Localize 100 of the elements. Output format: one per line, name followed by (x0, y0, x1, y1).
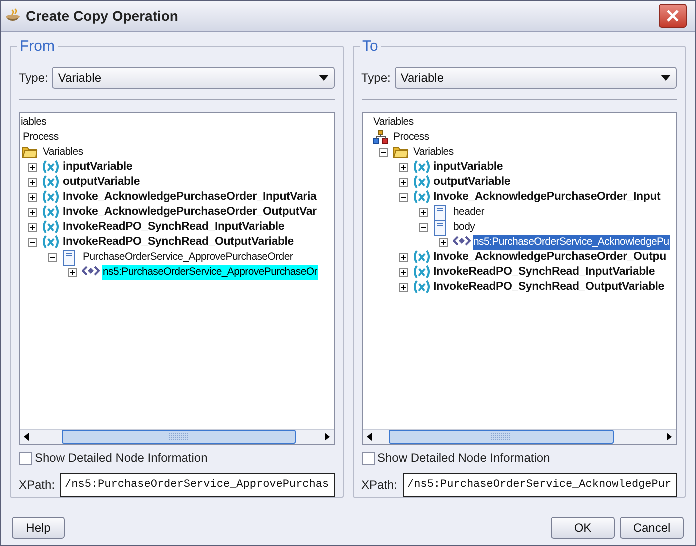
expander-toggle[interactable] (418, 222, 428, 232)
type-dropdown[interactable]: Variable (52, 67, 334, 89)
expander-toggle[interactable] (398, 252, 408, 262)
element-icon (82, 264, 100, 277)
expander-toggle[interactable] (438, 238, 448, 247)
close-icon (666, 9, 680, 23)
plus-icon (69, 268, 76, 276)
variable-icon (412, 264, 430, 279)
scrollbar-thumb[interactable] (388, 430, 614, 444)
tree-node[interactable]: inputVariable (432, 160, 504, 175)
xpath-label: XPath: (362, 477, 398, 494)
tree-node[interactable]: ns5:PurchaseOrderService_ApprovePurchaseOr (102, 264, 318, 280)
tree-node[interactable]: Process (392, 130, 430, 145)
variable-icon (42, 204, 60, 219)
variable-icon (412, 174, 430, 189)
horizontal-scrollbar[interactable] (20, 428, 334, 444)
type-label: Type: (19, 70, 48, 87)
coffee-cup-icon (5, 8, 23, 24)
xpath-field[interactable]: /ns5:PurchaseOrderService_AcknowledgePur (402, 473, 677, 497)
expander-toggle[interactable] (398, 192, 408, 202)
expander-toggle[interactable] (28, 238, 37, 247)
expander-toggle[interactable] (398, 178, 408, 187)
folder-icon (22, 144, 38, 159)
plus-icon (29, 208, 36, 216)
variable-icon (412, 160, 430, 174)
help-button[interactable]: Help (12, 517, 65, 539)
horizontal-scrollbar[interactable] (362, 428, 676, 444)
plus-icon (29, 194, 36, 201)
plus-icon (420, 208, 426, 216)
expander-toggle[interactable] (28, 208, 37, 217)
tree-node[interactable]: InvokeReadPO_SynchRead_OutputVariable (62, 234, 295, 250)
tree-node[interactable]: Variables (42, 144, 84, 160)
tree-node[interactable]: Invoke_AcknowledgePurchaseOrder_InputVaria (62, 190, 318, 205)
ok-button[interactable]: OK (551, 517, 615, 539)
document-icon (432, 220, 446, 236)
variable-icon (42, 174, 60, 189)
tree-node[interactable]: outputVariable (432, 174, 512, 190)
tree-node[interactable]: iables (20, 114, 48, 130)
close-button[interactable] (659, 4, 687, 28)
type-dropdown[interactable]: Variable (394, 67, 677, 89)
expander-toggle[interactable] (28, 178, 37, 187)
plus-icon (29, 164, 36, 171)
expander-toggle[interactable] (28, 192, 37, 202)
checkbox[interactable] (19, 452, 32, 465)
variable-icon (42, 190, 60, 204)
variable-icon (42, 220, 60, 234)
expander-toggle[interactable] (28, 162, 37, 172)
plus-icon (440, 238, 446, 246)
document-icon (432, 204, 446, 221)
variable-icon (412, 190, 430, 204)
window-title: Create Copy Operation (26, 6, 178, 26)
grip-icon (491, 432, 512, 441)
tree-node[interactable]: InvokeReadPO_SynchRead_InputVariable (432, 264, 656, 280)
expander-toggle[interactable] (398, 268, 408, 277)
folder-icon (392, 144, 408, 159)
tree-node[interactable]: InvokeReadPO_SynchRead_InputVariable (62, 220, 286, 235)
expander-toggle[interactable] (378, 148, 388, 157)
xpath-field[interactable]: /ns5:PurchaseOrderService_ApprovePurchas (60, 473, 334, 497)
tree-node[interactable]: Invoke_AcknowledgePurchaseOrder_Input (432, 190, 662, 205)
expander-toggle[interactable] (398, 162, 408, 172)
plus-icon (29, 224, 36, 231)
checkbox[interactable] (362, 452, 374, 465)
plus-icon (29, 178, 36, 186)
caret-icon (661, 75, 671, 81)
tree-node[interactable]: InvokeReadPO_SynchRead_OutputVariable (432, 280, 666, 295)
checkbox-label: Show Detailed Node Information (378, 450, 550, 468)
tree-node[interactable]: Invoke_AcknowledgePurchaseOrder_OutputVar (62, 204, 318, 220)
tree-node[interactable]: body (452, 220, 476, 235)
plus-icon (400, 254, 406, 261)
plus-icon (400, 268, 406, 276)
expander-toggle[interactable] (398, 282, 408, 292)
cancel-button[interactable]: Cancel (620, 517, 684, 539)
tree-node[interactable]: PurchaseOrderService_ApprovePurchaseOrder (82, 250, 294, 265)
tree-node[interactable]: outputVariable (62, 174, 142, 190)
tree-node[interactable]: Invoke_AcknowledgePurchaseOrder_Outpu (432, 250, 668, 265)
expander-toggle[interactable] (418, 208, 428, 217)
tree-node[interactable]: ns5:PurchaseOrderService_AcknowledgePu (472, 234, 670, 250)
grip-icon (168, 432, 189, 441)
tree-node[interactable]: header (452, 204, 486, 220)
plus-icon (400, 284, 406, 291)
document-icon (62, 250, 76, 266)
xpath-label: XPath: (19, 477, 56, 494)
tree-node[interactable]: inputVariable (62, 160, 134, 175)
checkbox-label: Show Detailed Node Information (35, 450, 208, 468)
expander-toggle[interactable] (48, 252, 57, 262)
variable-icon (42, 234, 60, 249)
tree-node[interactable]: Variables (372, 114, 415, 130)
variable-icon (42, 160, 60, 174)
hierarchy-icon (372, 130, 388, 144)
element-icon (452, 234, 470, 247)
tree-node[interactable]: Process (22, 130, 60, 145)
variable-icon (412, 280, 430, 294)
caret-icon (318, 75, 328, 81)
expander-toggle[interactable] (28, 222, 37, 232)
scrollbar-thumb[interactable] (62, 430, 296, 444)
variable-icon (412, 250, 430, 264)
tree-node[interactable]: Variables (412, 144, 455, 160)
type-label: Type: (362, 70, 391, 87)
expander-toggle[interactable] (68, 268, 77, 277)
plus-icon (400, 164, 406, 171)
